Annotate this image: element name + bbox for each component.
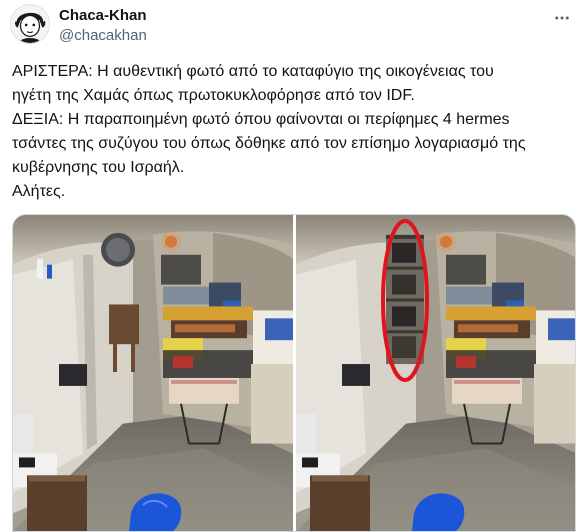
photo-manipulated[interactable] — [296, 215, 575, 531]
cartoon-avatar-icon — [11, 5, 49, 43]
tweet-text-line: κυβέρνησης του Ισραήλ. — [12, 159, 185, 176]
tweet-text-line: Αλήτες. — [12, 183, 66, 200]
display-name[interactable]: Chaca-Khan — [59, 7, 147, 25]
media-grid — [12, 214, 576, 532]
avatar[interactable] — [10, 4, 50, 44]
user-handle[interactable]: @chacakhan — [59, 27, 147, 45]
tweet-header: Chaca-Khan @chacakhan — [10, 4, 574, 48]
tweet-text-line: ΔΕΞΙΑ: Η παραποιημένη φωτό όπου φαίνοντα… — [12, 111, 510, 128]
photo-original[interactable] — [13, 215, 293, 531]
more-options-icon[interactable] — [550, 6, 574, 30]
tweet-text-line: ΑΡΙΣΤΕΡΑ: Η αυθεντική φωτό από το καταφύ… — [12, 63, 494, 80]
tweet-text: ΑΡΙΣΤΕΡΑ: Η αυθεντική φωτό από το καταφύ… — [12, 60, 572, 204]
tweet-text-line: ηγέτη της Χαμάς όπως πρωτοκυκλοφόρησε απ… — [12, 87, 415, 104]
tweet-text-line: τσάντες της συζύγου του όπως δόθηκε από … — [12, 135, 526, 152]
